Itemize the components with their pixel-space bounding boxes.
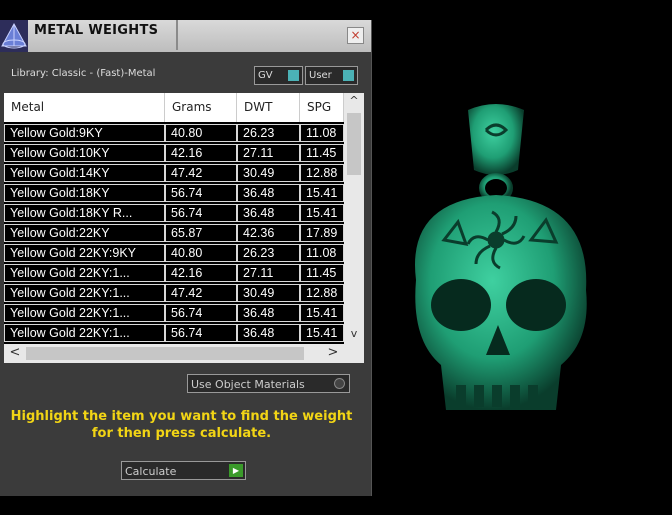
cell-metal: Yellow Gold 22KY:9KY bbox=[4, 244, 165, 262]
cell-dwt: 26.23 bbox=[237, 244, 300, 262]
table-row[interactable]: Yellow Gold 22KY:9KY 40.80 26.23 11.08 bbox=[4, 244, 344, 262]
cell-grams: 65.87 bbox=[165, 224, 237, 242]
cell-dwt: 27.11 bbox=[237, 264, 300, 282]
cell-spg: 15.41 bbox=[300, 324, 344, 342]
toggle-knob-icon bbox=[288, 70, 299, 81]
cell-dwt: 36.48 bbox=[237, 324, 300, 342]
horizontal-scroll-thumb[interactable] bbox=[26, 347, 304, 360]
close-icon[interactable]: × bbox=[347, 27, 364, 44]
table-row[interactable]: Yellow Gold:18KY 56.74 36.48 15.41 bbox=[4, 184, 344, 202]
column-header-spg[interactable]: SPG bbox=[300, 93, 344, 122]
cell-dwt: 42.36 bbox=[237, 224, 300, 242]
user-label: User bbox=[309, 70, 332, 81]
window-title: METAL WEIGHTS bbox=[34, 23, 159, 38]
cell-dwt: 36.48 bbox=[237, 204, 300, 222]
skull-pendant-model bbox=[415, 104, 587, 410]
title-tab: METAL WEIGHTS bbox=[28, 20, 178, 50]
table-row[interactable]: Yellow Gold 22KY:1... 42.16 27.11 11.45 bbox=[4, 264, 344, 282]
table-row[interactable]: Yellow Gold 22KY:1... 56.74 36.48 15.41 bbox=[4, 324, 344, 342]
table-row[interactable]: Yellow Gold 22KY:1... 47.42 30.49 12.88 bbox=[4, 284, 344, 302]
column-header-grams[interactable]: Grams bbox=[165, 93, 237, 122]
table-header: Metal Grams DWT SPG bbox=[4, 93, 344, 122]
table-row[interactable]: Yellow Gold:22KY 65.87 42.36 17.89 bbox=[4, 224, 344, 242]
vertical-scroll-thumb[interactable] bbox=[347, 113, 361, 175]
instruction-text: Highlight the item you want to find the … bbox=[10, 409, 353, 441]
title-bar[interactable]: METAL WEIGHTS × bbox=[0, 20, 371, 52]
cell-spg: 12.88 bbox=[300, 164, 344, 182]
cell-metal: Yellow Gold:10KY bbox=[4, 144, 165, 162]
metal-weights-panel: METAL WEIGHTS × Library: Classic - (Fast… bbox=[0, 20, 372, 496]
cell-metal: Yellow Gold 22KY:1... bbox=[4, 324, 165, 342]
cell-dwt: 30.49 bbox=[237, 284, 300, 302]
table-row[interactable]: Yellow Gold:18KY R... 56.74 36.48 15.41 bbox=[4, 204, 344, 222]
cell-metal: Yellow Gold:18KY R... bbox=[4, 204, 165, 222]
radio-icon[interactable] bbox=[334, 378, 345, 389]
play-arrow-icon: ▶ bbox=[229, 464, 243, 477]
cell-dwt: 27.11 bbox=[237, 144, 300, 162]
cell-metal: Yellow Gold:22KY bbox=[4, 224, 165, 242]
pyramid-logo-icon bbox=[0, 20, 28, 52]
cell-spg: 11.45 bbox=[300, 264, 344, 282]
cell-spg: 11.45 bbox=[300, 144, 344, 162]
cell-grams: 56.74 bbox=[165, 324, 237, 342]
column-header-dwt[interactable]: DWT bbox=[237, 93, 300, 122]
calculate-button[interactable]: Calculate ▶ bbox=[121, 461, 246, 480]
cell-metal: Yellow Gold:18KY bbox=[4, 184, 165, 202]
cell-spg: 11.08 bbox=[300, 244, 344, 262]
cell-dwt: 26.23 bbox=[237, 124, 300, 142]
cell-grams: 47.42 bbox=[165, 284, 237, 302]
cell-grams: 40.80 bbox=[165, 244, 237, 262]
cell-spg: 15.41 bbox=[300, 184, 344, 202]
cell-grams: 56.74 bbox=[165, 204, 237, 222]
cell-dwt: 36.48 bbox=[237, 184, 300, 202]
gv-label: GV bbox=[258, 70, 273, 81]
cell-metal: Yellow Gold 22KY:1... bbox=[4, 264, 165, 282]
column-header-metal[interactable]: Metal bbox=[4, 93, 165, 122]
table-row[interactable]: Yellow Gold 22KY:1... 56.74 36.48 15.41 bbox=[4, 304, 344, 322]
cell-spg: 15.41 bbox=[300, 304, 344, 322]
library-label: Library: Classic - (Fast)-Metal bbox=[11, 68, 156, 79]
cell-metal: Yellow Gold 22KY:1... bbox=[4, 284, 165, 302]
horizontal-scrollbar[interactable]: < > bbox=[4, 344, 364, 363]
cell-spg: 17.89 bbox=[300, 224, 344, 242]
cell-grams: 47.42 bbox=[165, 164, 237, 182]
scroll-right-icon[interactable]: > bbox=[324, 345, 342, 361]
cell-metal: Yellow Gold:9KY bbox=[4, 124, 165, 142]
cell-dwt: 30.49 bbox=[237, 164, 300, 182]
calculate-label: Calculate bbox=[125, 465, 177, 478]
toggle-knob-icon bbox=[343, 70, 354, 81]
cell-grams: 56.74 bbox=[165, 184, 237, 202]
cell-grams: 42.16 bbox=[165, 264, 237, 282]
cell-spg: 12.88 bbox=[300, 284, 344, 302]
cell-metal: Yellow Gold 22KY:1... bbox=[4, 304, 165, 322]
cell-grams: 42.16 bbox=[165, 144, 237, 162]
cell-spg: 15.41 bbox=[300, 204, 344, 222]
cell-dwt: 36.48 bbox=[237, 304, 300, 322]
scroll-down-icon[interactable]: v bbox=[344, 326, 364, 342]
vertical-scrollbar[interactable]: ^ v bbox=[344, 93, 364, 344]
scroll-up-icon[interactable]: ^ bbox=[344, 93, 364, 109]
metals-table: Metal Grams DWT SPG Yellow Gold:9KY 40.80… bbox=[4, 93, 364, 344]
cell-grams: 56.74 bbox=[165, 304, 237, 322]
scroll-left-icon[interactable]: < bbox=[6, 345, 24, 361]
table-row[interactable]: Yellow Gold:10KY 42.16 27.11 11.45 bbox=[4, 144, 344, 162]
cell-metal: Yellow Gold:14KY bbox=[4, 164, 165, 182]
cell-spg: 11.08 bbox=[300, 124, 344, 142]
use-object-materials-label: Use Object Materials bbox=[191, 378, 305, 391]
user-toggle[interactable]: User bbox=[305, 66, 358, 85]
use-object-materials-option[interactable]: Use Object Materials bbox=[187, 374, 350, 393]
gv-toggle[interactable]: GV bbox=[254, 66, 303, 85]
table-row[interactable]: Yellow Gold:14KY 47.42 30.49 12.88 bbox=[4, 164, 344, 182]
table-row[interactable]: Yellow Gold:9KY 40.80 26.23 11.08 bbox=[4, 124, 344, 142]
cell-grams: 40.80 bbox=[165, 124, 237, 142]
